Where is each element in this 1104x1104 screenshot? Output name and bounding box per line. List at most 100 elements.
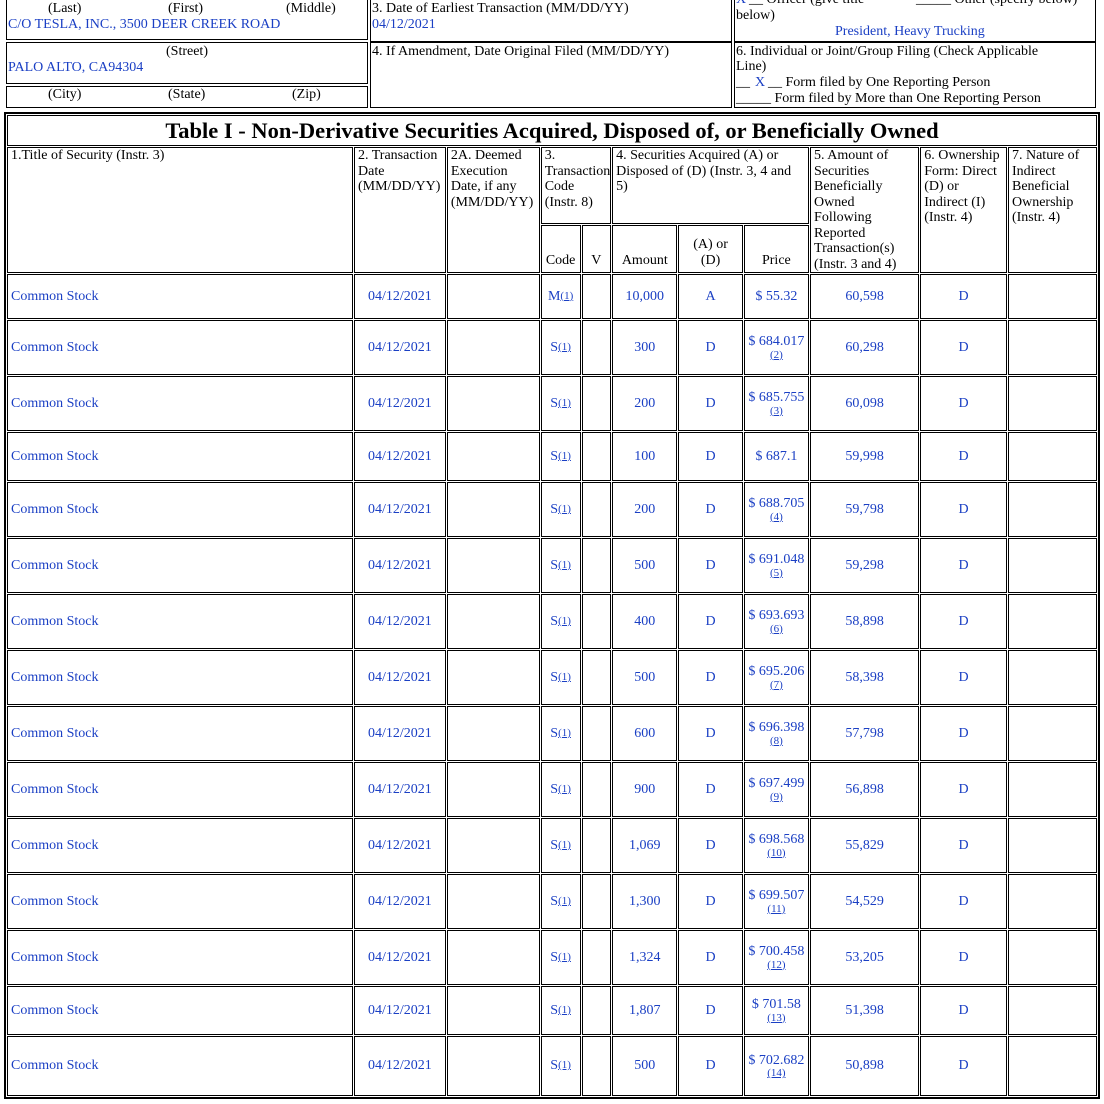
code-letter: S	[550, 613, 559, 629]
table-row: Common Stock 04/12/2021 M(1) 10,000 A $ 55.32…	[7, 274, 1097, 319]
code-letter: S	[550, 781, 559, 797]
code-footnote-link[interactable]: (1)	[558, 341, 571, 353]
col-amount: Amount	[612, 225, 678, 273]
price-value: $ 687.1	[755, 448, 798, 464]
code-footnote-link[interactable]: (1)	[558, 615, 571, 627]
price-footnote-link[interactable]: (8)	[748, 735, 805, 747]
deemed-date	[446, 706, 540, 761]
transaction-date: 04/12/2021	[354, 538, 446, 593]
price-footnote-link[interactable]: (4)	[748, 511, 805, 523]
price: $ 697.499 (9)	[743, 762, 810, 817]
price-footnote-link[interactable]: (7)	[748, 679, 805, 691]
filing-label-2: Line)	[736, 59, 767, 74]
price-value: $ 696.398	[748, 720, 805, 736]
v-cell	[581, 376, 612, 431]
ownership-form: D	[920, 320, 1007, 375]
code-letter: M	[547, 288, 561, 304]
code-footnote-link[interactable]: (1)	[558, 1059, 571, 1071]
owned-following: 57,798	[810, 706, 920, 761]
a-or-d: D	[678, 762, 743, 817]
price-footnote-link[interactable]: (2)	[748, 349, 805, 361]
nature-indirect	[1007, 538, 1097, 593]
code-footnote-link[interactable]: (1)	[558, 895, 571, 907]
transaction-code: S(1)	[540, 1036, 581, 1096]
security-title-text: Common Stock	[11, 781, 99, 797]
price: $ 700.458 (12)	[743, 930, 810, 985]
security-title-text: Common Stock	[11, 395, 99, 411]
price-footnote-link[interactable]: (13)	[748, 1012, 805, 1024]
transaction-code: S(1)	[540, 706, 581, 761]
code-letter: S	[550, 1058, 559, 1074]
code-footnote-link[interactable]: (1)	[558, 397, 571, 409]
nature-indirect	[1007, 320, 1097, 375]
amount: 200	[612, 376, 678, 431]
table-row: Common Stock 04/12/2021 S(1) 400 D $ 693.693(…	[7, 594, 1097, 649]
nature-indirect	[1007, 762, 1097, 817]
code-footnote-link[interactable]: (1)	[558, 839, 571, 851]
security-title-text: Common Stock	[11, 448, 99, 464]
code-footnote-link[interactable]: (1)	[558, 671, 571, 683]
code-footnote-link[interactable]: (1)	[558, 559, 571, 571]
deemed-date	[446, 432, 540, 481]
nature-indirect	[1007, 818, 1097, 873]
table-row: Common Stock 04/12/2021 S(1) 300 D $ 684.017(…	[7, 320, 1097, 375]
transaction-code: S(1)	[540, 650, 581, 705]
price-footnote-link[interactable]: (12)	[748, 959, 805, 971]
owned-following: 60,298	[810, 320, 920, 375]
amount: 1,300	[612, 874, 678, 929]
security-title-text: Common Stock	[11, 613, 99, 629]
table-row: Common Stock 04/12/2021 S(1) 1,807 D $ 701.58…	[7, 986, 1097, 1035]
price-footnote-link[interactable]: (5)	[748, 567, 805, 579]
code-footnote-link[interactable]: (1)	[558, 503, 571, 515]
nature-indirect	[1007, 706, 1097, 761]
col-amount-owned: 5. Amount of Securities Beneficially Own…	[810, 147, 920, 273]
officer-label-2: below)	[736, 8, 775, 23]
col-deemed-execution-date: 2A. Deemed Execution Date, if any (MM/DD…	[446, 147, 540, 273]
transaction-date: 04/12/2021	[354, 1036, 446, 1096]
v-cell	[581, 650, 612, 705]
security-title: Common Stock	[7, 874, 353, 929]
a-or-d: D	[678, 1036, 743, 1096]
owned-following: 60,598	[810, 274, 920, 319]
deemed-date	[446, 320, 540, 375]
code-letter: S	[550, 669, 559, 685]
nature-indirect	[1007, 874, 1097, 929]
price-footnote-link[interactable]: (3)	[748, 405, 805, 417]
security-title-text: Common Stock	[11, 893, 99, 909]
transaction-code: S(1)	[540, 432, 581, 481]
code-footnote-link[interactable]: (1)	[558, 727, 571, 739]
security-title: Common Stock	[7, 594, 353, 649]
price-footnote-link[interactable]: (14)	[748, 1068, 805, 1079]
code-footnote-link[interactable]: (1)	[558, 1004, 571, 1016]
price-footnote-link[interactable]: (6)	[748, 623, 805, 635]
security-title: Common Stock	[7, 986, 353, 1035]
col-transaction-code: 3. Transaction Code (Instr. 8)	[540, 147, 612, 224]
owned-following: 54,529	[810, 874, 920, 929]
filing-one-prefix: __	[736, 75, 750, 90]
code-footnote-link[interactable]: (1)	[558, 783, 571, 795]
first-label: (First)	[168, 1, 203, 16]
officer-title: President, Heavy Trucking	[835, 24, 985, 39]
deemed-date	[446, 762, 540, 817]
deemed-date	[446, 538, 540, 593]
price-footnote-link[interactable]: (10)	[748, 847, 805, 859]
transaction-code: S(1)	[540, 930, 581, 985]
price-value: $ 688.705	[748, 496, 805, 512]
code-footnote-link[interactable]: (1)	[558, 450, 571, 462]
a-or-d: D	[678, 818, 743, 873]
transaction-code: S(1)	[540, 818, 581, 873]
code-footnote-link[interactable]: (1)	[558, 951, 571, 963]
v-cell	[581, 594, 612, 649]
code-footnote-link[interactable]: (1)	[560, 290, 573, 302]
filing-one-mark: X	[755, 75, 766, 90]
price-footnote-link[interactable]: (9)	[748, 791, 805, 803]
amount: 200	[612, 482, 678, 537]
price-value: $ 685.755	[748, 390, 805, 406]
filing-one-text: __ Form filed by One Reporting Person	[768, 75, 991, 90]
code-letter: S	[550, 893, 559, 909]
table-row: Common Stock 04/12/2021 S(1) 500 D $ 695.206(…	[7, 650, 1097, 705]
table-row: Common Stock 04/12/2021 S(1) 500 D $ 691.048(…	[7, 538, 1097, 593]
table-row: Common Stock 04/12/2021 S(1) 200 D $ 685.755(…	[7, 376, 1097, 431]
price-value: $ 698.568	[748, 832, 805, 848]
price-footnote-link[interactable]: (11)	[748, 903, 805, 915]
